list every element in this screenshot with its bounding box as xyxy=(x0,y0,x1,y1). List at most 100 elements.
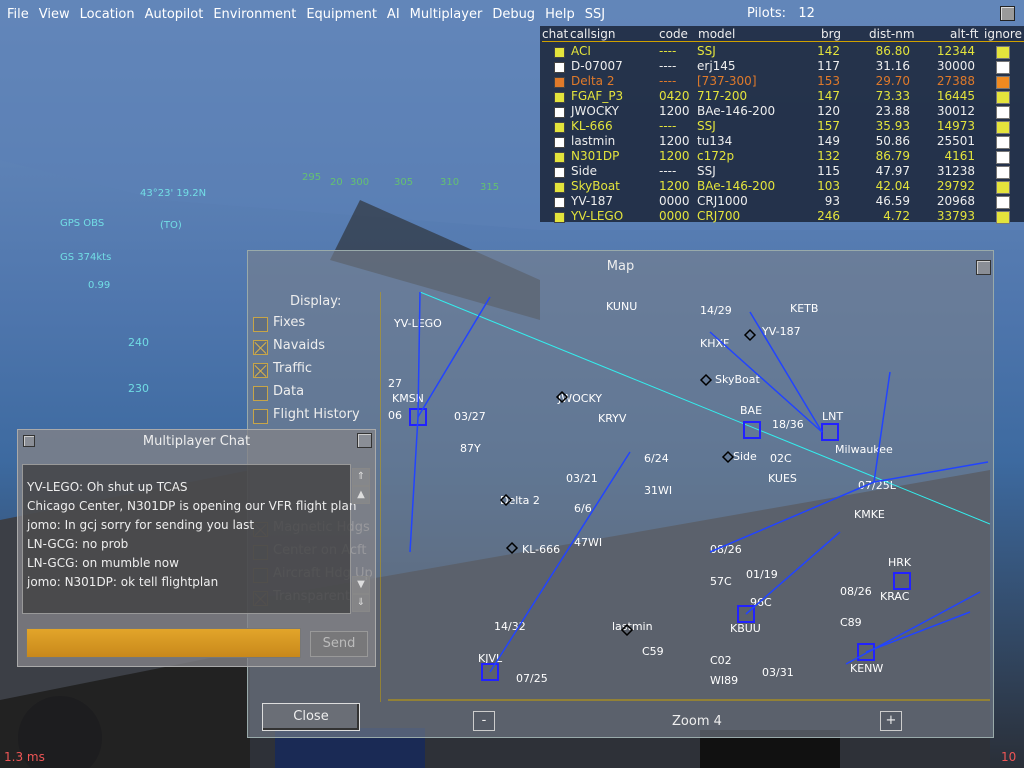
display-label: Display: xyxy=(290,294,342,309)
map-label: KL-666 xyxy=(522,543,560,556)
pilot-code: ---- xyxy=(659,74,677,88)
chat-close-icon[interactable] xyxy=(357,433,372,448)
pilot-row[interactable]: SkyBoat 1200 BAe-146-200 103 42.04 29792 xyxy=(540,179,1024,194)
map-label: SkyBoat xyxy=(715,373,760,386)
scroll-bottom-icon[interactable]: ⇓ xyxy=(352,594,370,612)
map-label: HRK xyxy=(888,556,912,569)
zoom-out-button[interactable]: - xyxy=(473,711,495,731)
chat-checkbox[interactable] xyxy=(554,137,565,148)
checkbox-flight-history[interactable] xyxy=(253,409,268,424)
map-label: 01/19 xyxy=(746,568,778,581)
ignore-checkbox[interactable] xyxy=(996,76,1010,89)
zoom-in-button[interactable]: + xyxy=(880,711,902,731)
pilot-row[interactable]: Delta 2 ---- [737-300] 153 29.70 27388 xyxy=(540,74,1024,89)
chat-checkbox[interactable] xyxy=(554,212,565,223)
chat-checkbox[interactable] xyxy=(554,107,565,118)
pilots-label: Pilots: xyxy=(747,6,786,21)
checkbox-data[interactable] xyxy=(253,386,268,401)
pilot-row[interactable]: Side ---- SSJ 115 47.97 31238 xyxy=(540,164,1024,179)
pilot-model: tu134 xyxy=(697,134,733,148)
menu-ssj[interactable]: SSJ xyxy=(584,7,606,22)
pilot-row[interactable]: FGAF_P3 0420 717-200 147 73.33 16445 xyxy=(540,89,1024,104)
pilot-brg: 117 xyxy=(817,59,840,73)
menu-multiplayer[interactable]: Multiplayer xyxy=(409,7,484,22)
menu-environment[interactable]: Environment xyxy=(212,7,297,22)
col-chat: chat xyxy=(542,27,569,41)
scroll-up-icon[interactable]: ▲ xyxy=(352,486,370,504)
chat-checkbox[interactable] xyxy=(554,92,565,103)
checkbox-traffic[interactable] xyxy=(253,363,268,378)
pilot-callsign: JWOCKY xyxy=(571,104,619,118)
ignore-checkbox[interactable] xyxy=(996,211,1010,224)
map-label: 31WI xyxy=(644,484,672,497)
chat-checkbox[interactable] xyxy=(554,152,565,163)
pilot-row[interactable]: lastmin 1200 tu134 149 50.86 25501 xyxy=(540,134,1024,149)
radial-line xyxy=(865,611,971,653)
map-canvas[interactable]: YV-LEGO KUNU 14/29 KETB KHXF YV-187 SkyBoat KMS… xyxy=(380,292,990,702)
ignore-checkbox[interactable] xyxy=(996,91,1010,104)
ignore-checkbox[interactable] xyxy=(996,121,1010,134)
ignore-checkbox[interactable] xyxy=(996,136,1010,149)
ignore-checkbox[interactable] xyxy=(996,151,1010,164)
scroll-down-icon[interactable]: ▼ xyxy=(352,576,370,594)
radial-line xyxy=(873,371,891,483)
pilot-dist: 46.59 xyxy=(875,194,910,208)
menu-debug[interactable]: Debug xyxy=(491,7,536,22)
menu-view[interactable]: View xyxy=(38,7,71,22)
ignore-checkbox[interactable] xyxy=(996,46,1010,59)
chat-checkbox[interactable] xyxy=(554,197,565,208)
label-data: Data xyxy=(273,384,305,399)
menu-equipment[interactable]: Equipment xyxy=(305,7,378,22)
map-label: C89 xyxy=(840,616,862,629)
menu-help[interactable]: Help xyxy=(544,7,576,22)
menu-file[interactable]: File xyxy=(6,7,30,22)
menu-ai[interactable]: AI xyxy=(386,7,401,22)
map-label: KMSN xyxy=(392,392,424,405)
pilot-row[interactable]: JWOCKY 1200 BAe-146-200 120 23.88 30012 xyxy=(540,104,1024,119)
ignore-checkbox[interactable] xyxy=(996,196,1010,209)
pilot-model: BAe-146-200 xyxy=(697,104,776,118)
pilot-row[interactable]: YV-187 0000 CRJ1000 93 46.59 20968 xyxy=(540,194,1024,209)
pilot-callsign: Delta 2 xyxy=(571,74,615,88)
chat-checkbox[interactable] xyxy=(554,47,565,58)
scroll-top-icon[interactable]: ⇑ xyxy=(352,468,370,486)
pilot-alt: 30012 xyxy=(936,104,975,118)
map-label: 06 xyxy=(388,409,402,422)
pilot-row[interactable]: KL-666 ---- SSJ 157 35.93 14973 xyxy=(540,119,1024,134)
pilot-brg: 132 xyxy=(817,149,840,163)
map-label: KBUU xyxy=(730,622,761,635)
chat-checkbox[interactable] xyxy=(554,122,565,133)
map-close-icon[interactable] xyxy=(976,260,991,275)
pilot-list-close-button[interactable] xyxy=(1000,6,1015,21)
menu-autopilot[interactable]: Autopilot xyxy=(144,7,205,22)
chat-checkbox[interactable] xyxy=(554,167,565,178)
map-close-button[interactable]: Close xyxy=(262,703,360,731)
chat-message: jomo: N301DP: ok tell flightplan xyxy=(27,575,219,589)
pilot-row[interactable]: D-07007 ---- erj145 117 31.16 30000 xyxy=(540,59,1024,74)
chat-checkbox[interactable] xyxy=(554,77,565,88)
ignore-checkbox[interactable] xyxy=(996,61,1010,74)
ignore-checkbox[interactable] xyxy=(996,181,1010,194)
pilot-row[interactable]: N301DP 1200 c172p 132 86.79 4161 xyxy=(540,149,1024,164)
map-label: 57C xyxy=(710,575,732,588)
menu-location[interactable]: Location xyxy=(79,7,136,22)
pilot-row[interactable]: ACI ---- SSJ 142 86.80 12344 xyxy=(540,44,1024,59)
send-button[interactable]: Send xyxy=(310,631,368,657)
pilot-row[interactable]: YV-LEGO 0000 CRJ700 246 4.72 33793 xyxy=(540,209,1024,224)
frame-time: 1.3 ms xyxy=(4,750,45,764)
hud-mach: 0.99 xyxy=(88,280,111,291)
vor-icon xyxy=(893,572,911,590)
chat-input[interactable] xyxy=(26,628,301,658)
chat-checkbox[interactable] xyxy=(554,182,565,193)
ignore-checkbox[interactable] xyxy=(996,166,1010,179)
chat-checkbox[interactable] xyxy=(554,62,565,73)
checkbox-fixes[interactable] xyxy=(253,317,268,332)
pilot-dist: 47.97 xyxy=(875,164,910,178)
ignore-checkbox[interactable] xyxy=(996,106,1010,119)
chat-scrollbar[interactable]: ⇑ ▲ ▼ ⇓ xyxy=(352,468,370,612)
col-dist: dist-nm xyxy=(869,27,915,41)
pilot-code: ---- xyxy=(659,164,677,178)
pilot-dist: 86.80 xyxy=(875,44,910,58)
checkbox-navaids[interactable] xyxy=(253,340,268,355)
pilot-model: CRJ1000 xyxy=(697,194,748,208)
